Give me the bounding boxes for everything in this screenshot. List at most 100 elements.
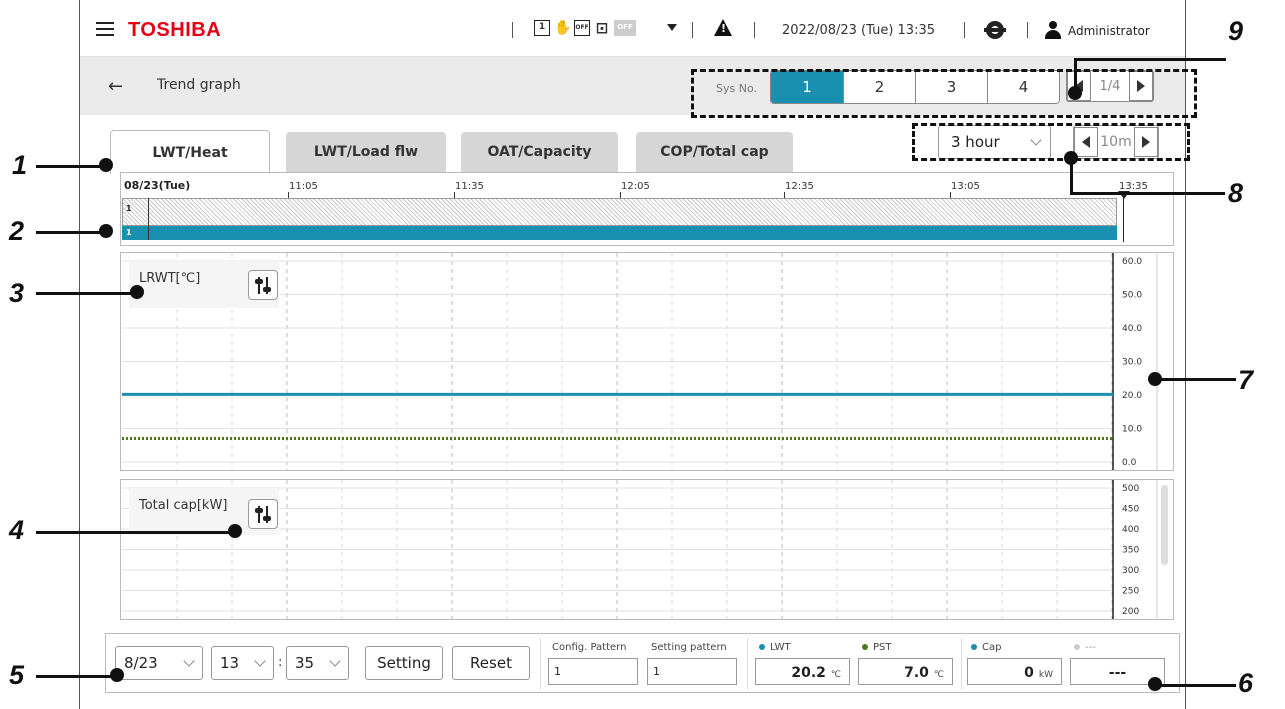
callout-dot (99, 224, 113, 238)
callout-line (36, 231, 102, 234)
timeline-row-label: 1 (126, 204, 132, 213)
callout-dot (228, 524, 242, 538)
user-icon[interactable] (1045, 21, 1061, 39)
axis-settings-button[interactable] (248, 499, 278, 529)
back-arrow-icon[interactable]: ← (108, 76, 123, 97)
y-tick-label: 50.0 (1122, 291, 1142, 301)
timeline-tick: 12:05 (621, 181, 650, 192)
tab-lwt-heat[interactable]: LWT/Heat (110, 130, 270, 174)
extra-label-text: --- (1085, 642, 1096, 653)
timeline-tick: 11:35 (455, 181, 484, 192)
callout-dot (1064, 151, 1078, 165)
minute-select[interactable]: 35 (286, 646, 349, 680)
gear-icon[interactable] (984, 21, 1006, 39)
page-title: Trend graph (157, 77, 241, 93)
callout-7: 7 (1238, 365, 1254, 395)
pst-value: 7.0 (904, 665, 929, 681)
config-pattern-field: 1 (548, 658, 638, 685)
tab-oat-capacity[interactable]: OAT/Capacity (461, 132, 618, 173)
y-tick-label: 250 (1122, 587, 1139, 597)
hand-icon[interactable]: ✋ (554, 20, 571, 36)
callout-1: 1 (12, 150, 28, 180)
lwt-label-text: LWT (770, 642, 791, 653)
extra-dot-icon (1074, 644, 1080, 650)
divider (540, 638, 541, 690)
timeline-row-label: 1 (126, 228, 132, 237)
divider (512, 22, 513, 38)
cap-label: Cap (971, 642, 1001, 653)
schedule-icon[interactable]: ⊡ (594, 20, 610, 36)
lwt-value: 20.2 (791, 665, 826, 681)
callout-line (36, 292, 136, 295)
date-value: 8/23 (124, 654, 158, 672)
axis-settings-button[interactable] (248, 270, 278, 300)
divider (747, 638, 748, 690)
datetime-display: 2022/08/23 (Tue) 13:35 (782, 23, 936, 38)
callout-2: 2 (9, 216, 25, 246)
time-separator: : (278, 655, 283, 670)
timeline-operation-bar (122, 226, 1117, 240)
setting-pattern-field: 1 (647, 658, 737, 685)
callout-3: 3 (9, 278, 25, 308)
y-tick-label: 400 (1122, 525, 1139, 535)
mode-icons[interactable]: 1 ✋ OFF ⊡ OFF (534, 20, 636, 36)
chevron-down-icon[interactable] (667, 24, 677, 31)
timeline-date: 08/23(Tue) (124, 179, 191, 192)
pst-unit: ℃ (933, 670, 944, 680)
hour-select[interactable]: 13 (211, 646, 274, 680)
callout-dot (99, 158, 113, 172)
timeline-tick: 13:05 (951, 181, 980, 192)
callout-5: 5 (9, 660, 25, 690)
minute-value: 35 (295, 654, 315, 672)
bottom-controls: 8/23 13 : 35 Setting Reset Config. Patte… (105, 633, 1180, 693)
y-tick-label: 500 (1122, 484, 1139, 494)
callout-dot (130, 285, 144, 299)
pst-label: PST (862, 642, 892, 653)
cap-value: 0 (1024, 665, 1034, 681)
y-tick-label: 60.0 (1122, 257, 1142, 267)
y-tick-label: 350 (1122, 546, 1139, 556)
mode-1-icon[interactable]: 1 (534, 20, 550, 36)
scrollbar[interactable] (1161, 485, 1168, 565)
date-select[interactable]: 8/23 (115, 646, 203, 680)
username[interactable]: Administrator (1068, 24, 1150, 38)
chevron-down-icon (183, 655, 195, 667)
pst-label-text: PST (873, 642, 892, 653)
callout-line (1070, 192, 1225, 195)
hour-value: 13 (220, 654, 240, 672)
divider (1027, 22, 1028, 38)
y-tick-label: 40.0 (1122, 324, 1142, 334)
tab-lwt-load-flw[interactable]: LWT/Load flw (286, 132, 446, 173)
callout-line (36, 165, 102, 168)
callout-8: 8 (1228, 178, 1244, 208)
lrwt-axis-label: LRWT[℃] (139, 271, 201, 286)
callout-dot (1148, 372, 1162, 386)
extra-label: --- (1074, 642, 1096, 653)
off-badge-icon[interactable]: OFF (614, 20, 636, 36)
callout-dot (1148, 677, 1162, 691)
menu-icon[interactable] (96, 22, 114, 36)
callout-line (36, 531, 236, 534)
divider (692, 22, 693, 38)
timer-off-icon[interactable]: OFF (574, 20, 590, 36)
reset-button[interactable]: Reset (452, 646, 530, 680)
y-tick-label: 10.0 (1122, 425, 1142, 435)
timeline-strip[interactable]: 08/23(Tue) 11:05 11:35 12:05 12:35 13:05… (120, 172, 1174, 246)
top-bar: TOSHIBA 1 ✋ OFF ⊡ OFF 2022/08/23 (Tue) 1… (80, 0, 1185, 57)
callout-dot (1068, 86, 1082, 100)
warning-icon[interactable] (714, 19, 732, 36)
config-pattern-label: Config. Pattern (552, 642, 627, 653)
tab-cop-total-cap[interactable]: COP/Total cap (636, 132, 793, 173)
setting-button[interactable]: Setting (365, 646, 443, 680)
y-tick-label: 30.0 (1122, 358, 1142, 368)
lwt-dot-icon (759, 644, 765, 650)
cap-unit: kW (1038, 670, 1053, 680)
annotation-box-9 (691, 69, 1197, 118)
callout-line (1160, 378, 1236, 381)
timeline-tick: 12:35 (785, 181, 814, 192)
y-tick-label: 0.0 (1122, 458, 1137, 468)
callout-dot (110, 668, 124, 682)
pst-dot-icon (862, 644, 868, 650)
y-tick-label: 20.0 (1122, 391, 1142, 401)
callout-6: 6 (1238, 668, 1254, 698)
